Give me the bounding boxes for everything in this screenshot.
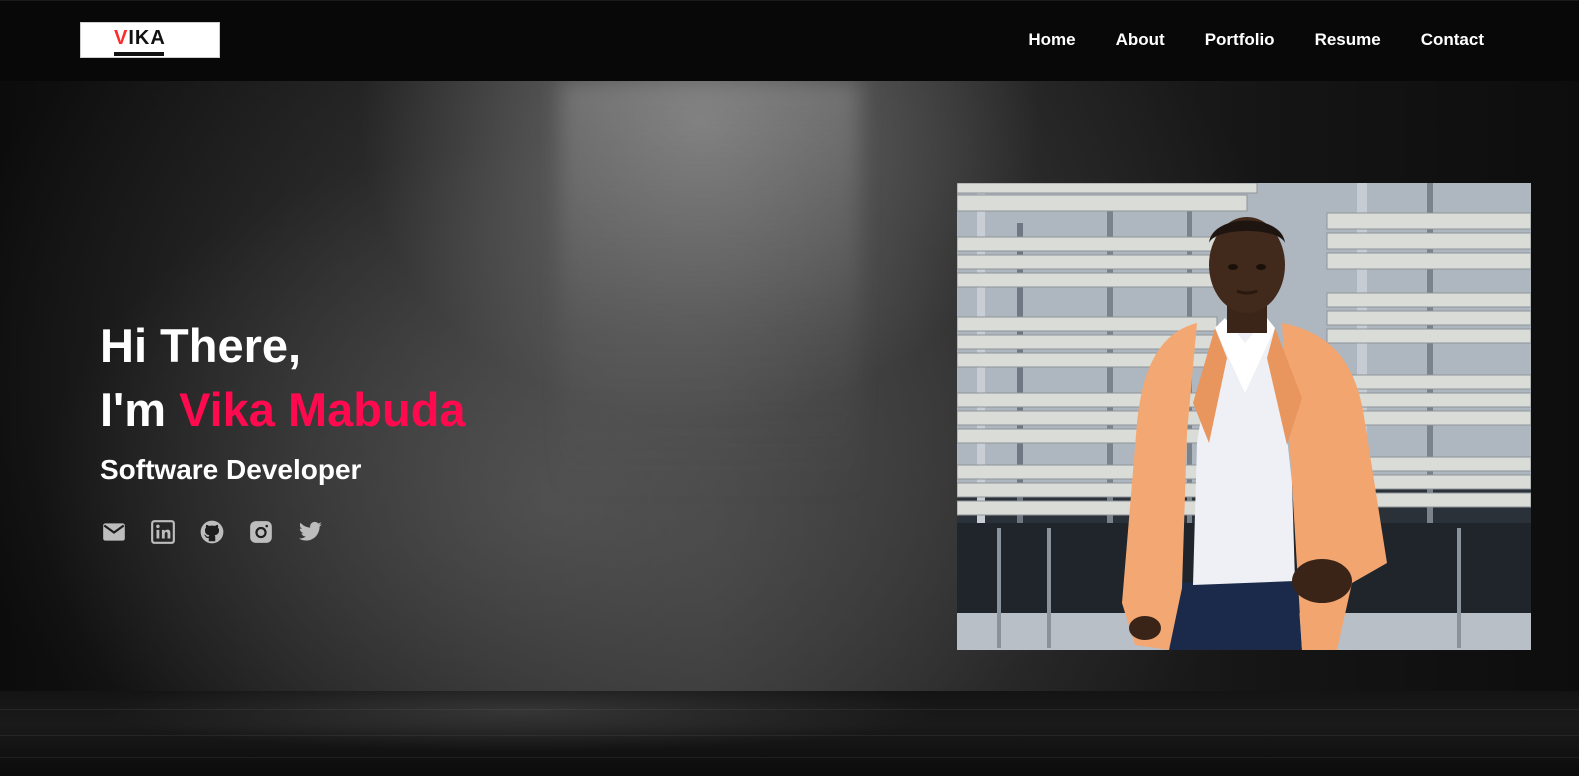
hero-name-line: I'm Vika Mabuda [100,377,466,443]
nav-link-home[interactable]: Home [1028,30,1075,50]
logo-text: VIKA [114,27,166,50]
social-links [100,518,345,546]
profile-photo [957,183,1531,650]
nav-link-portfolio[interactable]: Portfolio [1205,30,1275,50]
email-icon[interactable] [100,518,128,546]
main-nav: Home About Portfolio Resume Contact [988,30,1484,50]
profile-photo-illustration [957,183,1531,650]
logo-underline [114,52,164,56]
hero-name-prefix: I'm [100,383,180,436]
hero-greeting: Hi There, [100,319,302,372]
floor-line [0,757,1579,758]
instagram-icon-glyph [250,521,272,543]
logo-rest: IKA [128,27,166,49]
github-icon[interactable] [198,518,226,546]
instagram-icon[interactable] [247,518,275,546]
top-navbar: VIKA Home About Portfolio Resume Contact [0,0,1579,81]
logo[interactable]: VIKA [80,22,220,58]
spotlight-glow [560,81,860,501]
linkedin-icon[interactable] [149,518,177,546]
github-icon-glyph [200,520,224,544]
hero-name: Vika Mabuda [179,383,466,436]
logo-first-letter: V [114,27,129,49]
nav-link-contact[interactable]: Contact [1421,30,1484,50]
email-icon-glyph [103,523,125,541]
nav-link-resume[interactable]: Resume [1315,30,1381,50]
hero-role: Software Developer [100,454,362,485]
floor-line [0,735,1579,736]
portfolio-page: VIKA Home About Portfolio Resume Contact… [0,0,1579,776]
hero-intro: Hi There, I'm Vika Mabuda Software Devel… [100,315,466,487]
nav-link-about[interactable]: About [1116,30,1165,50]
floor-line [0,709,1579,710]
linkedin-icon-glyph [151,520,175,544]
floor-backdrop [0,691,1579,776]
twitter-icon-glyph [298,521,322,541]
hero-section: Hi There, I'm Vika Mabuda Software Devel… [0,81,1579,776]
twitter-icon[interactable] [296,518,324,546]
